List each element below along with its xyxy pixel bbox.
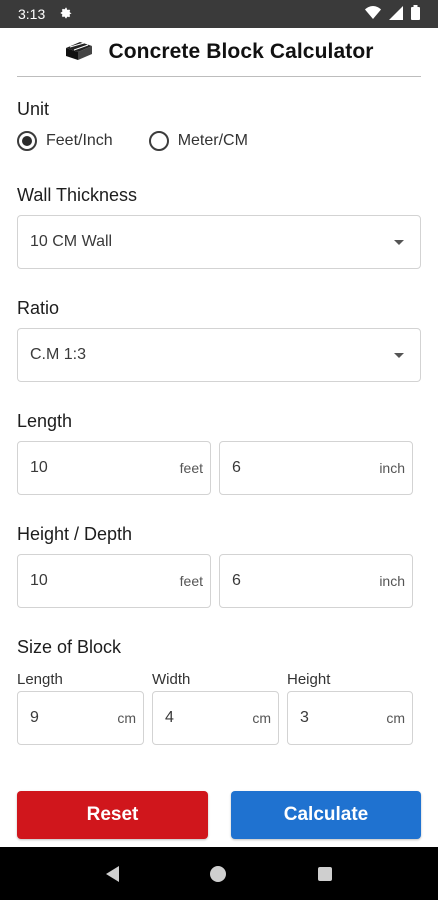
reset-button[interactable]: Reset: [17, 791, 208, 839]
wall-thickness-label: Wall Thickness: [17, 185, 138, 205]
status-bar: 3:13: [0, 0, 438, 28]
length-feet-unit: feet: [179, 460, 203, 476]
block-height-value: 3: [300, 709, 309, 726]
unit-option-meter-cm[interactable]: Meter/CM: [148, 131, 248, 151]
battery-icon: [411, 5, 420, 23]
block-height-field[interactable]: 3 cm: [287, 691, 413, 745]
block-size-label: Size of Block: [17, 637, 122, 657]
block-width-label: Width: [152, 671, 191, 688]
header-divider: [17, 76, 421, 77]
length-inch-unit: inch: [379, 460, 405, 476]
length-feet-value: 10: [30, 459, 48, 476]
block-height-label: Height: [287, 671, 331, 688]
block-width-unit: cm: [252, 710, 271, 726]
unit-option-label: Feet/Inch: [46, 132, 113, 149]
height-inch-unit: inch: [379, 573, 405, 589]
block-length-label: Length: [17, 671, 63, 688]
calculate-button[interactable]: Calculate: [231, 791, 421, 839]
block-length-value: 9: [30, 709, 39, 726]
ratio-value: C.M 1:3: [30, 346, 87, 363]
block-width-value: 4: [165, 709, 174, 726]
unit-radio-group: Feet/Inch Meter/CM: [17, 131, 284, 151]
wall-thickness-value: 10 CM Wall: [30, 233, 113, 250]
app-title: Concrete Block Calculator: [108, 40, 374, 63]
dropdown-arrow-icon: [394, 352, 404, 358]
back-icon[interactable]: [105, 865, 119, 882]
block-height-unit: cm: [386, 710, 405, 726]
block-length-field[interactable]: 9 cm: [17, 691, 144, 745]
brick-icon: [64, 39, 94, 66]
height-depth-label: Height / Depth: [17, 524, 133, 544]
signal-icon: [389, 5, 403, 23]
status-icons: [365, 5, 420, 23]
unit-option-feet-inch[interactable]: Feet/Inch: [17, 131, 113, 151]
dropdown-arrow-icon: [394, 239, 404, 245]
wifi-icon: [365, 5, 381, 23]
ratio-dropdown[interactable]: C.M 1:3: [17, 328, 421, 382]
height-inch-value: 6: [232, 572, 241, 589]
app-bar: Concrete Block Calculator: [0, 28, 438, 76]
height-feet-value: 10: [30, 572, 48, 589]
system-nav-bar: [0, 847, 438, 900]
status-time: 3:13: [18, 6, 46, 22]
home-icon[interactable]: [210, 865, 227, 882]
height-inch-field[interactable]: 6 inch: [219, 554, 413, 608]
wall-thickness-dropdown[interactable]: 10 CM Wall: [17, 215, 421, 269]
block-width-field[interactable]: 4 cm: [152, 691, 279, 745]
unit-option-label: Meter/CM: [177, 132, 248, 149]
recent-apps-icon[interactable]: [318, 866, 333, 881]
length-inch-field[interactable]: 6 inch: [219, 441, 413, 495]
height-feet-field[interactable]: 10 feet: [17, 554, 211, 608]
unit-label: Unit: [17, 99, 50, 119]
gear-icon: [59, 6, 73, 23]
length-feet-field[interactable]: 10 feet: [17, 441, 211, 495]
height-feet-unit: feet: [179, 573, 203, 589]
block-length-unit: cm: [117, 710, 136, 726]
radio-checked-icon[interactable]: [17, 131, 37, 151]
length-inch-value: 6: [232, 459, 241, 476]
length-label: Length: [17, 411, 73, 431]
radio-unchecked-icon[interactable]: [148, 131, 169, 151]
ratio-label: Ratio: [17, 298, 60, 318]
